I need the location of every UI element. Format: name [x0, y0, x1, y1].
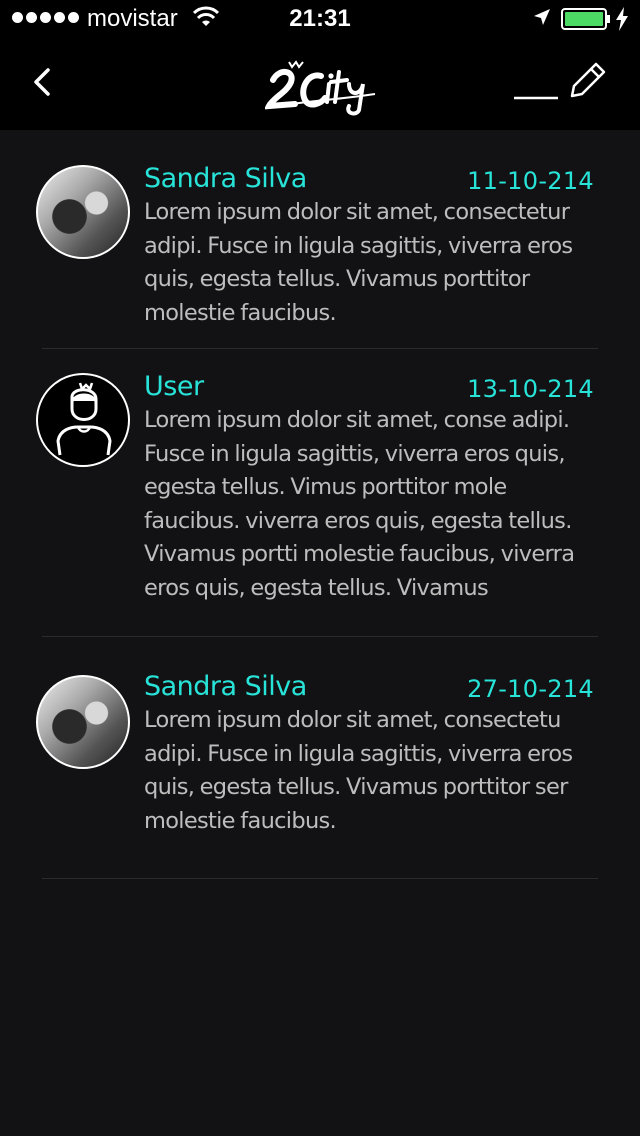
message-text: Lorem ipsum dolor sit amet, conse adipi.…	[144, 407, 575, 601]
avatar	[36, 165, 130, 259]
battery-icon	[561, 8, 610, 30]
compose-pencil-icon[interactable]	[510, 60, 610, 104]
divider	[42, 878, 598, 879]
charging-bolt-icon	[616, 7, 628, 31]
message-date: 13-10-214	[467, 375, 594, 403]
author-name: Sandra Silva	[144, 671, 307, 702]
location-arrow-icon	[534, 9, 550, 25]
user-icon	[56, 382, 112, 456]
avatar	[36, 675, 130, 769]
message-date: 11-10-214	[467, 167, 594, 195]
message-text: Lorem ipsum dolor sit amet, consectetu a…	[144, 707, 573, 834]
navigation-bar	[0, 40, 640, 130]
divider	[42, 636, 598, 637]
app-logo	[265, 60, 376, 116]
message-date: 27-10-214	[467, 675, 594, 703]
message-text: Lorem ipsum dolor sit amet, consectetur …	[144, 199, 573, 326]
author-name: User	[144, 371, 204, 402]
back-chevron-icon[interactable]	[26, 62, 62, 102]
author-name: Sandra Silva	[144, 163, 307, 194]
divider	[42, 348, 598, 349]
messages-list: Sandra Silva 11-10-214 Lorem ipsum dolor…	[0, 130, 640, 1136]
avatar	[36, 373, 130, 467]
status-bar: movistar 21:31	[0, 0, 640, 40]
